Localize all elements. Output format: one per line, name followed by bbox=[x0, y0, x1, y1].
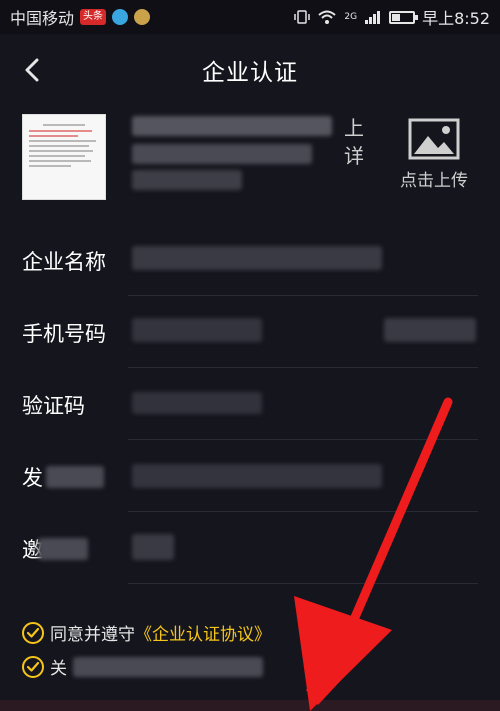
agree-text: 同意并遵守 bbox=[50, 625, 135, 645]
image-icon bbox=[408, 118, 460, 160]
row-4-field[interactable] bbox=[132, 464, 382, 488]
code-field[interactable] bbox=[132, 392, 262, 414]
chevron-left-icon bbox=[25, 58, 39, 82]
upload-section: 上 详 点击上传 bbox=[0, 106, 500, 206]
upload-button[interactable]: 点击上传 bbox=[394, 118, 474, 194]
app-badge: 头条 bbox=[80, 9, 107, 25]
telegram-icon bbox=[112, 9, 129, 25]
wifi-icon bbox=[318, 10, 337, 24]
back-button[interactable] bbox=[16, 52, 48, 88]
upload-description: 上 详 bbox=[128, 110, 364, 196]
phone-field[interactable] bbox=[132, 318, 262, 342]
status-right: 2G 早上8:52 bbox=[294, 5, 490, 29]
phone-row[interactable]: 手机号码 bbox=[0, 296, 500, 368]
row-4-label: 发 bbox=[22, 466, 43, 490]
blurred-text bbox=[132, 144, 312, 164]
carrier-name: 中国移动 bbox=[10, 9, 75, 28]
blurred-text bbox=[132, 170, 242, 190]
submit-button[interactable] bbox=[0, 700, 500, 711]
agreement-link[interactable]: 《企业认证协议》 bbox=[135, 620, 271, 645]
desc-char: 详 bbox=[344, 144, 364, 168]
status-bar: 中国移动 头条 2G 早上8:52 bbox=[0, 0, 500, 34]
status-time: 早上8:52 bbox=[422, 9, 490, 28]
phone-label: 手机号码 bbox=[22, 322, 106, 346]
agreement-row[interactable]: 同意并遵守 《企业认证协议》 bbox=[22, 620, 271, 645]
vibrate-icon bbox=[294, 10, 311, 24]
blurred-text bbox=[73, 656, 263, 677]
battery-icon bbox=[389, 10, 419, 24]
network-type: 2G bbox=[344, 12, 358, 22]
blurred-text bbox=[46, 466, 104, 488]
code-row[interactable]: 验证码 bbox=[0, 368, 500, 440]
row-5[interactable]: 邀 bbox=[0, 512, 500, 584]
company-name-label: 企业名称 bbox=[22, 250, 106, 274]
signal-icon bbox=[365, 11, 381, 24]
sample-document-thumbnail[interactable] bbox=[22, 114, 106, 200]
nav-bar: 企业认证 bbox=[0, 34, 500, 106]
upload-label: 点击上传 bbox=[400, 171, 468, 191]
second-agree-text: 关 bbox=[50, 659, 67, 679]
row-5-field[interactable] bbox=[132, 534, 174, 560]
row-4[interactable]: 发 bbox=[0, 440, 500, 512]
company-name-field[interactable] bbox=[132, 246, 382, 270]
divider bbox=[128, 583, 478, 584]
desc-char: 上 bbox=[344, 116, 364, 140]
company-name-row[interactable]: 企业名称 bbox=[0, 224, 500, 296]
get-code-button[interactable] bbox=[384, 318, 476, 342]
code-label: 验证码 bbox=[22, 394, 85, 418]
app-notification-icon bbox=[134, 9, 151, 25]
second-agreement-row[interactable]: 关 bbox=[22, 654, 263, 679]
check-icon[interactable] bbox=[22, 655, 44, 678]
blurred-text bbox=[132, 116, 332, 136]
status-left: 中国移动 头条 bbox=[10, 5, 151, 29]
blurred-text bbox=[38, 538, 88, 560]
page-title: 企业认证 bbox=[202, 60, 298, 86]
check-icon[interactable] bbox=[22, 621, 44, 644]
